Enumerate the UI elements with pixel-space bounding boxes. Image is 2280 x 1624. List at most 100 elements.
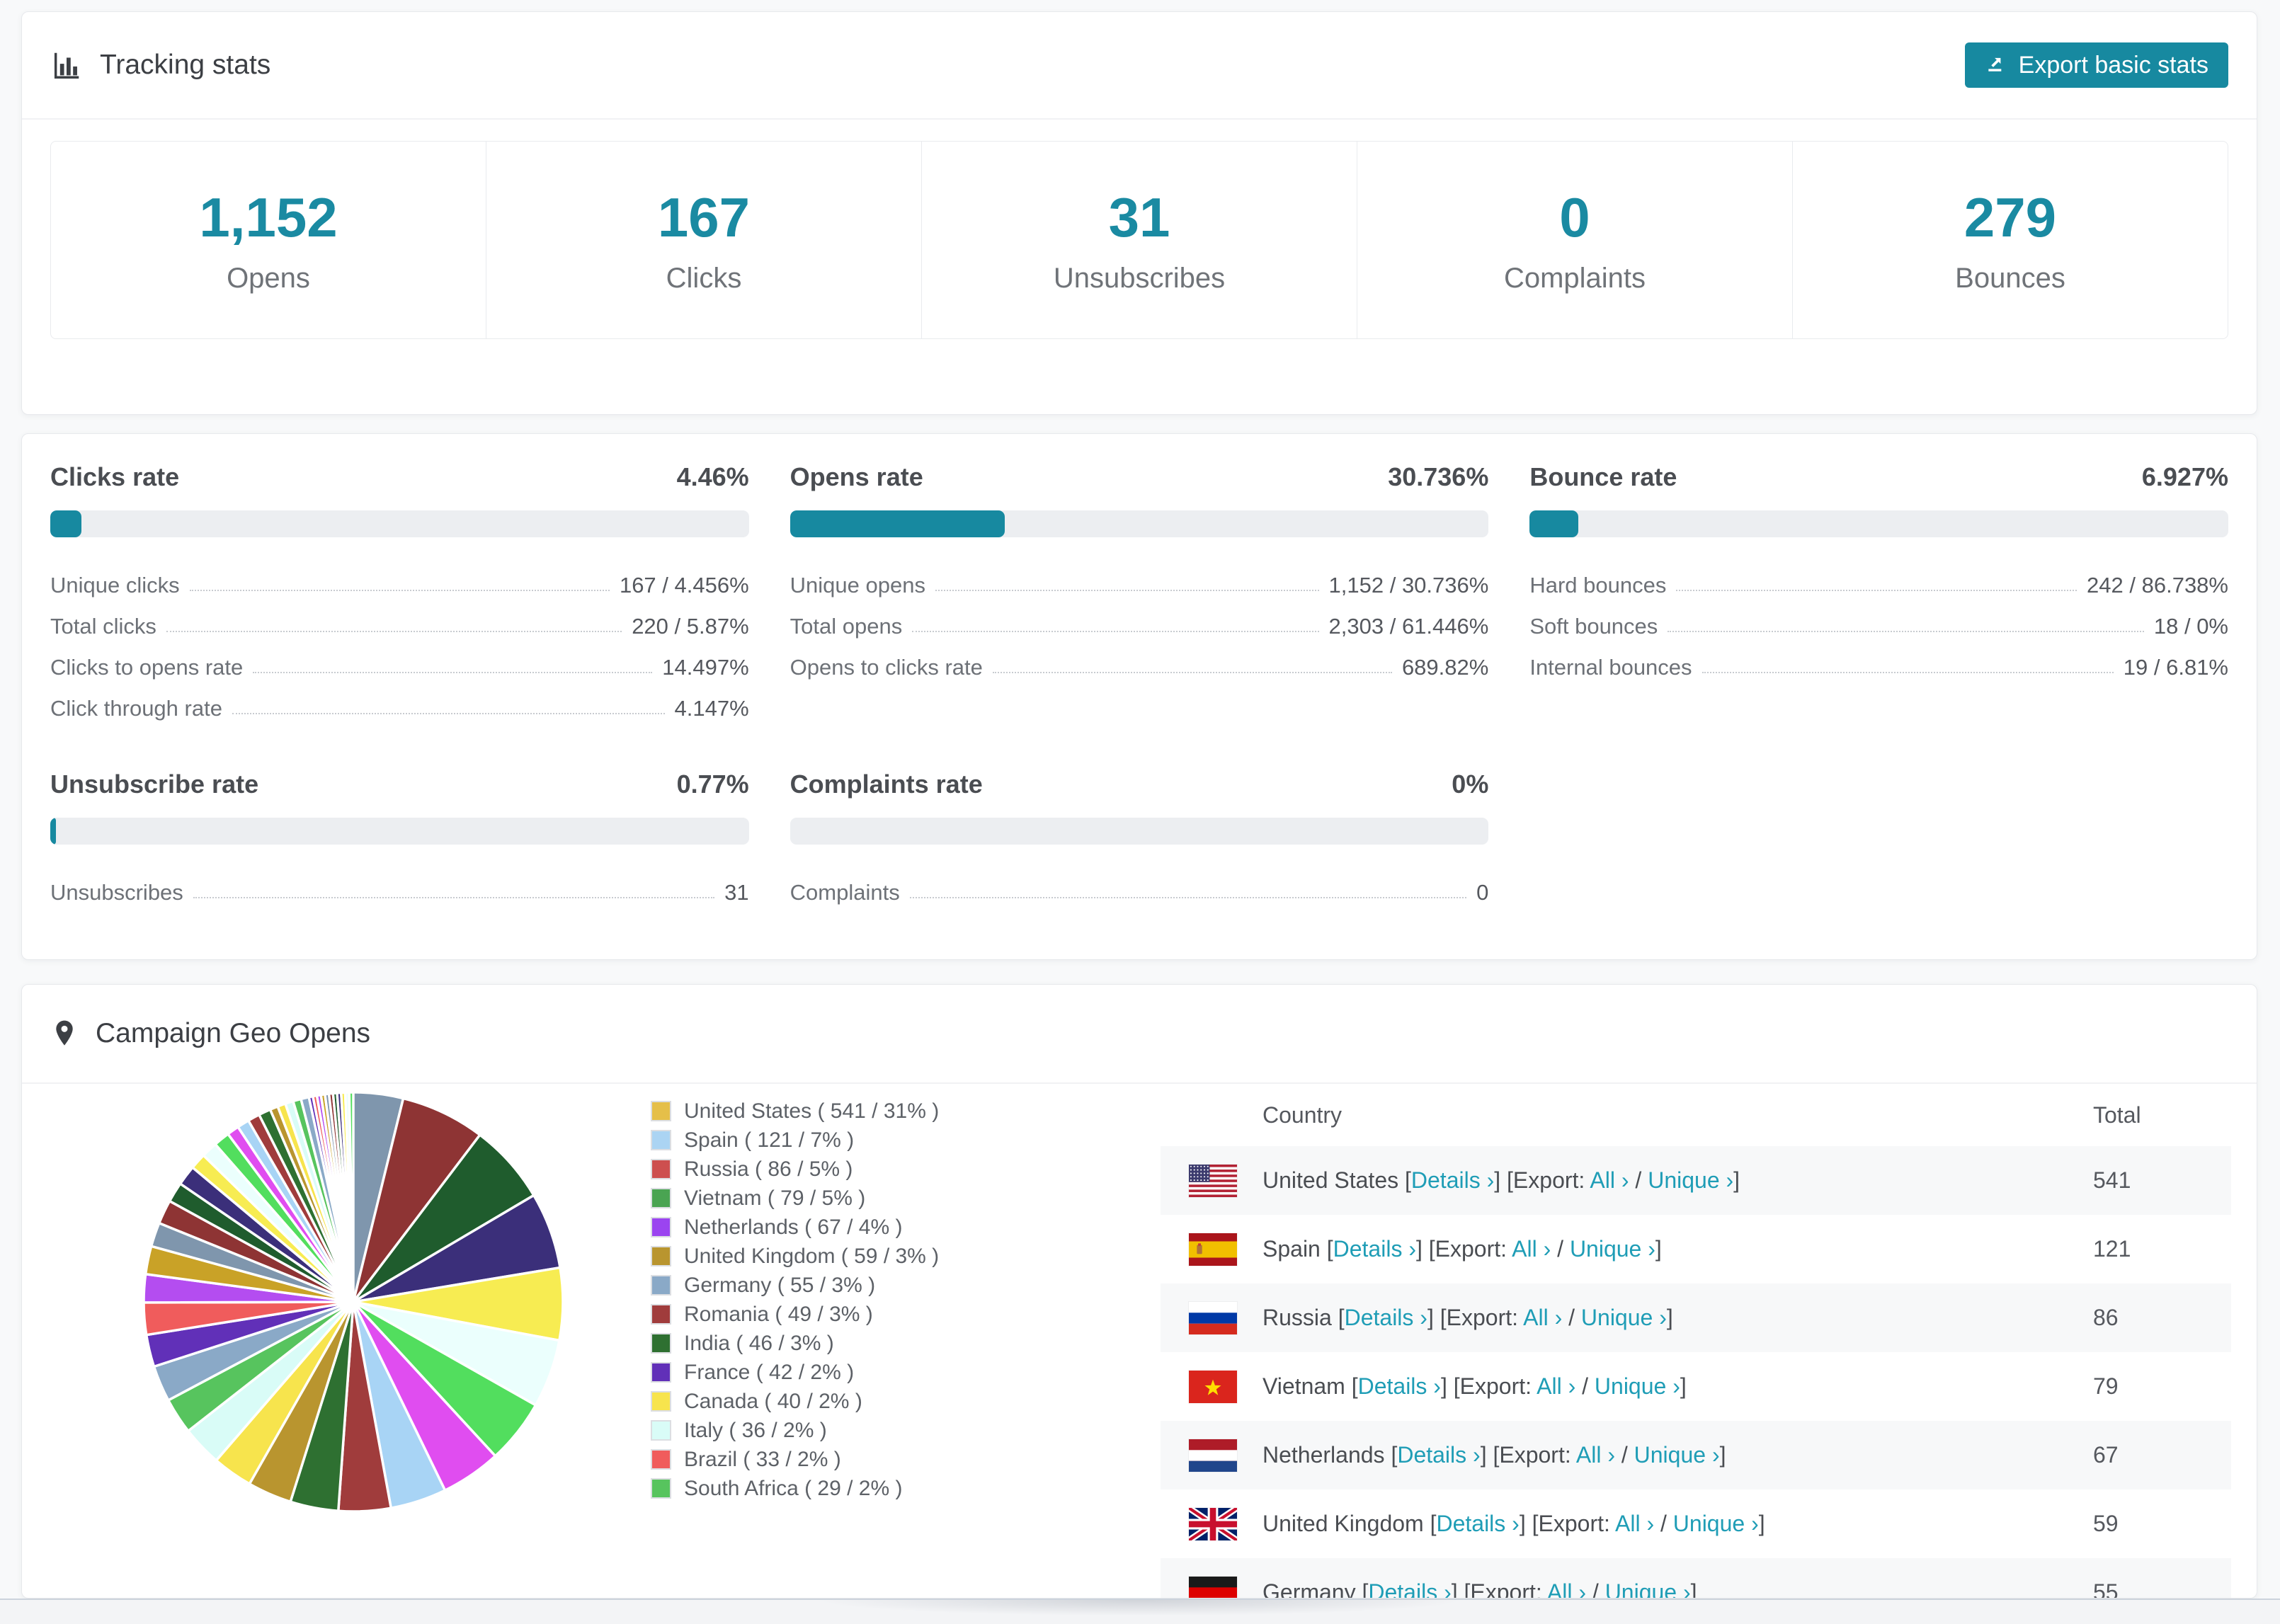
- bottom-shadow: [680, 1600, 1600, 1623]
- legend-label: Romania ( 49 / 3% ): [684, 1302, 873, 1326]
- country-name: Vietnam: [1262, 1373, 1345, 1399]
- rate-rows: Complaints 0: [790, 864, 1489, 905]
- rate-value: 6.927%: [2141, 462, 2228, 491]
- legend-item-brazil: Brazil ( 33 / 2% ): [651, 1445, 939, 1474]
- details-link[interactable]: Details ›: [1436, 1511, 1519, 1536]
- legend-swatch: [651, 1391, 671, 1412]
- legend-label: Netherlands ( 67 / 4% ): [684, 1215, 903, 1239]
- rate-row-value: 689.82%: [1401, 655, 1489, 680]
- legend-label: Italy ( 36 / 2% ): [684, 1418, 827, 1442]
- rate-row-label: Hard bounces: [1529, 573, 1667, 597]
- geo-legend: United States ( 541 / 31% ) Spain ( 121 …: [651, 1097, 939, 1503]
- stat-label: Bounces: [1955, 263, 2065, 294]
- progress-fill: [790, 510, 1005, 537]
- column-header-total: Total: [2093, 1102, 2141, 1128]
- tracking-stats-card: Tracking stats Export basic stats 1,152 …: [21, 11, 2257, 415]
- rate-row-label: Unique opens: [790, 573, 925, 597]
- export-unique-link[interactable]: Unique ›: [1605, 1579, 1691, 1598]
- column-header-country: Country: [1262, 1102, 1343, 1128]
- stat-label: Clicks: [666, 263, 742, 294]
- rate-row-label: Total clicks: [50, 614, 156, 639]
- legend-label: India ( 46 / 3% ): [684, 1331, 834, 1355]
- details-link[interactable]: Details ›: [1333, 1236, 1416, 1262]
- legend-label: France ( 42 / 2% ): [684, 1360, 855, 1384]
- export-button-label: Export basic stats: [2018, 51, 2208, 79]
- stat-value: 1,152: [199, 186, 338, 248]
- country-total: 541: [2093, 1167, 2131, 1193]
- export-all-link[interactable]: All ›: [1512, 1236, 1551, 1262]
- details-link[interactable]: Details ›: [1411, 1167, 1494, 1193]
- details-link[interactable]: Details ›: [1368, 1579, 1451, 1598]
- geo-table-header: Country Total: [1161, 1084, 2231, 1146]
- rate-row-label: Unique clicks: [50, 573, 180, 597]
- geo-table-row-nl: Netherlands [Details ›] [Export: All › /…: [1161, 1421, 2231, 1489]
- legend-item-germany: Germany ( 55 / 3% ): [651, 1271, 939, 1300]
- legend-swatch: [651, 1362, 671, 1383]
- export-all-link[interactable]: All ›: [1576, 1442, 1615, 1468]
- export-unique-link[interactable]: Unique ›: [1595, 1373, 1680, 1399]
- legend-item-netherlands: Netherlands ( 67 / 4% ): [651, 1213, 939, 1242]
- rate-panel-complaints: Complaints rate 0% Complaints 0: [790, 770, 1489, 905]
- export-basic-stats-button[interactable]: Export basic stats: [1964, 42, 2228, 88]
- export-unique-link[interactable]: Unique ›: [1648, 1167, 1733, 1193]
- progress-track: [50, 510, 749, 537]
- legend-label: United Kingdom ( 59 / 3% ): [684, 1244, 940, 1268]
- export-unique-link[interactable]: Unique ›: [1673, 1511, 1759, 1536]
- progress-fill: [1529, 510, 1578, 537]
- details-link[interactable]: Details ›: [1358, 1373, 1441, 1399]
- legend-item-south-africa: South Africa ( 29 / 2% ): [651, 1474, 939, 1503]
- country-name: Netherlands: [1262, 1442, 1385, 1468]
- rate-value: 0%: [1452, 770, 1489, 799]
- progress-track: [50, 818, 749, 845]
- stat-label: Unsubscribes: [1053, 263, 1226, 294]
- stat-value: 167: [657, 186, 751, 248]
- export-unique-link[interactable]: Unique ›: [1634, 1442, 1720, 1468]
- stat-value: 31: [1108, 186, 1170, 248]
- rate-value: 30.736%: [1388, 462, 1489, 491]
- rate-row-label: Soft bounces: [1529, 614, 1658, 639]
- country-total: 79: [2093, 1373, 2119, 1399]
- rates-card: Clicks rate 4.46% Unique clicks 167 / 4.…: [21, 433, 2257, 960]
- flag-nl-icon: [1189, 1439, 1237, 1472]
- rate-row-value: 14.497%: [662, 655, 749, 680]
- country-total: 59: [2093, 1511, 2119, 1536]
- rate-row-label: Clicks to opens rate: [50, 655, 244, 680]
- flag-us-icon: [1189, 1164, 1237, 1197]
- geo-table-row-es: Spain [Details ›] [Export: All › / Uniqu…: [1161, 1215, 2231, 1283]
- legend-swatch: [651, 1217, 671, 1237]
- export-all-link[interactable]: All ›: [1615, 1511, 1654, 1536]
- export-all-link[interactable]: All ›: [1537, 1373, 1575, 1399]
- dotted-leader: [166, 631, 622, 632]
- legend-label: South Africa ( 29 / 2% ): [684, 1476, 903, 1500]
- rate-row-value: 18 / 0%: [2153, 614, 2228, 639]
- flag-gb-icon: [1189, 1507, 1237, 1540]
- stat-value: 279: [1963, 186, 2057, 248]
- legend-swatch: [651, 1188, 671, 1208]
- rate-row: Complaints 0: [790, 864, 1489, 905]
- country-name: Russia: [1262, 1305, 1332, 1330]
- details-link[interactable]: Details ›: [1397, 1442, 1480, 1468]
- rate-row: Soft bounces 18 / 0%: [1529, 598, 2228, 639]
- rate-panel-head: Complaints rate 0%: [790, 770, 1489, 799]
- details-link[interactable]: Details ›: [1345, 1305, 1427, 1330]
- rate-panel-head: Opens rate 30.736%: [790, 462, 1489, 492]
- rate-panel-opens: Opens rate 30.736% Unique opens 1,152 / …: [790, 462, 1489, 721]
- country-name: Germany: [1262, 1579, 1356, 1599]
- legend-item-russia: Russia ( 86 / 5% ): [651, 1155, 939, 1184]
- geo-header: Campaign Geo Opens: [22, 985, 2257, 1084]
- progress-track: [790, 818, 1489, 845]
- country-total: 67: [2093, 1442, 2119, 1468]
- tracking-stats-header: Tracking stats Export basic stats: [22, 12, 2257, 120]
- export-all-link[interactable]: All ›: [1523, 1305, 1562, 1330]
- legend-swatch: [651, 1101, 671, 1121]
- legend-swatch: [651, 1478, 671, 1499]
- export-all-link[interactable]: All ›: [1547, 1579, 1586, 1598]
- dotted-leader: [193, 897, 715, 898]
- export-unique-link[interactable]: Unique ›: [1581, 1305, 1667, 1330]
- export-all-link[interactable]: All ›: [1590, 1167, 1629, 1193]
- legend-swatch: [651, 1420, 671, 1441]
- export-unique-link[interactable]: Unique ›: [1570, 1236, 1655, 1262]
- rate-row-value: 242 / 86.738%: [2087, 573, 2228, 597]
- rates-grid: Clicks rate 4.46% Unique clicks 167 / 4.…: [22, 434, 2257, 934]
- rate-row: Unique clicks 167 / 4.456%: [50, 557, 749, 598]
